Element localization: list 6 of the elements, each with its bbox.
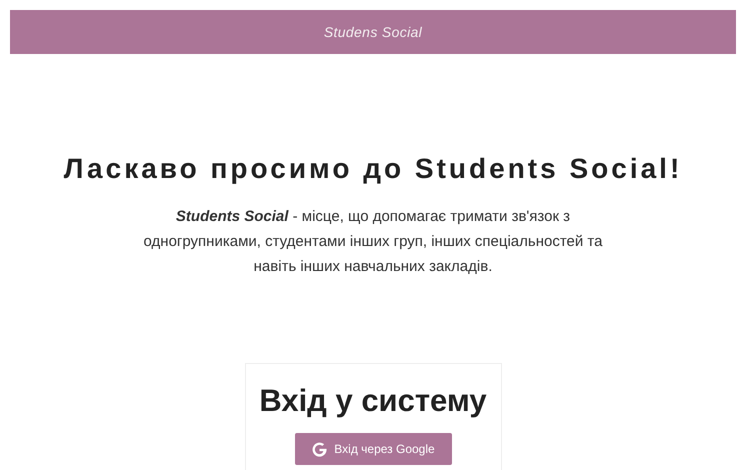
welcome-heading: Ласкаво просимо до Students Social!: [62, 152, 684, 186]
google-icon: [311, 440, 328, 458]
google-login-button[interactable]: Вхід через Google: [294, 433, 452, 465]
card-title: Вхід у систему: [259, 382, 487, 420]
logo[interactable]: Studens Social: [324, 22, 422, 42]
description-text: Students Social - місце, що допомагає тримати зв'язок з одногрупниками, студентами інших груп, інших спеціальностей та навіть інших навчальних закладів.: [142, 207, 604, 277]
